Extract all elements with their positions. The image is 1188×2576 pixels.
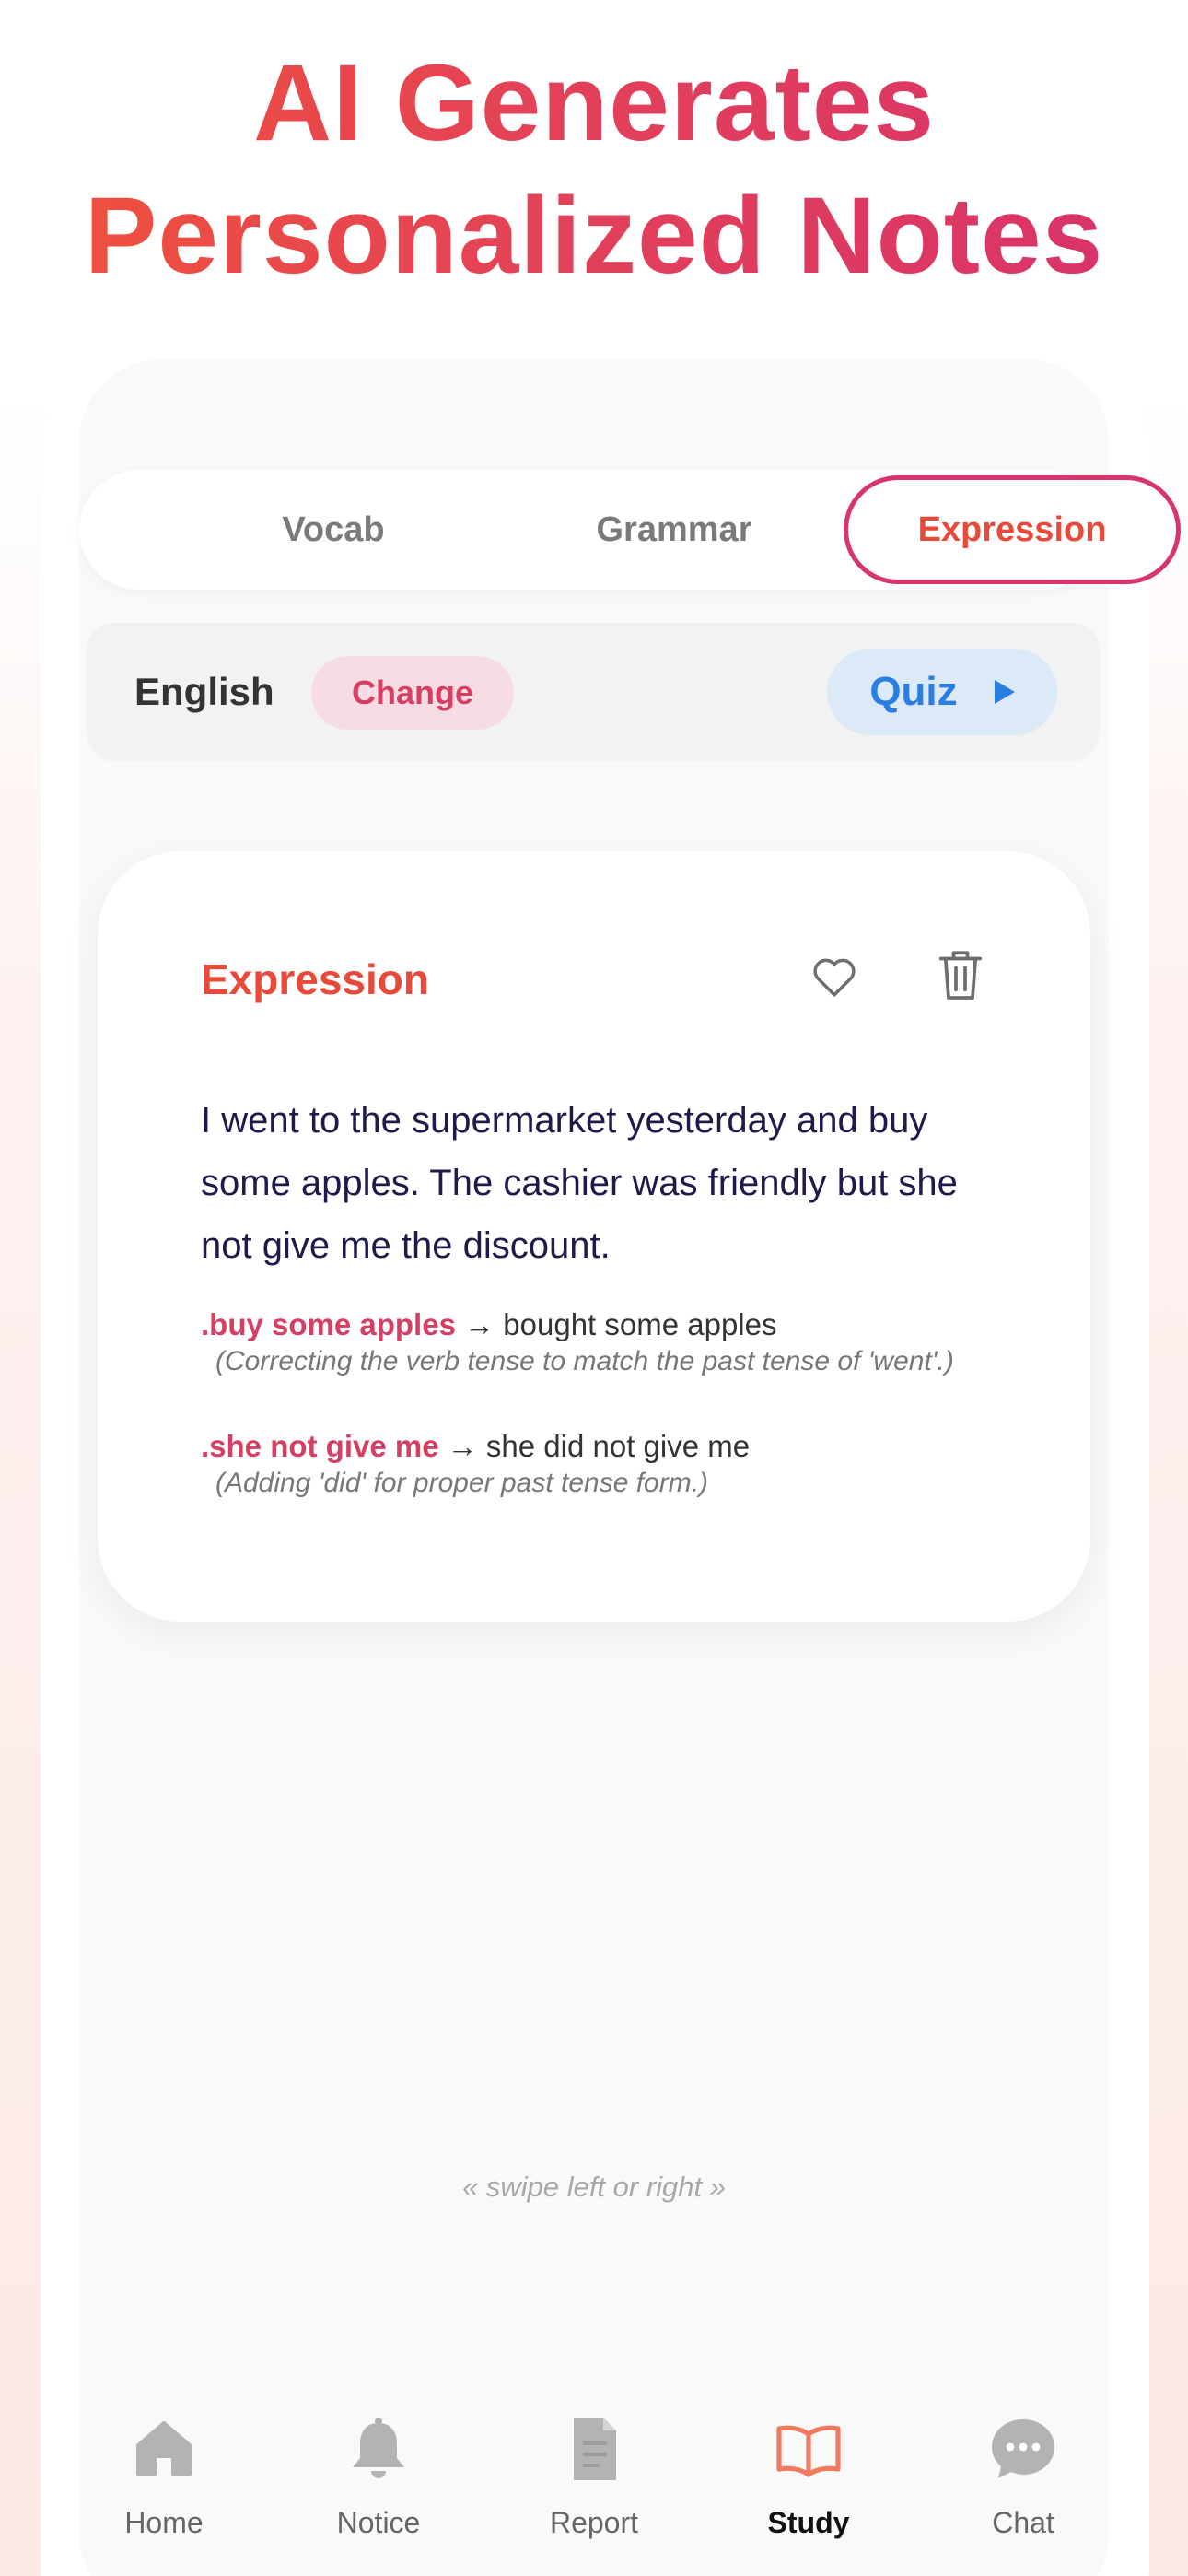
home-icon <box>136 2421 192 2476</box>
book-icon <box>776 2425 841 2477</box>
note-card[interactable]: Expression I went to the supermarket yes… <box>98 851 1090 1622</box>
tab-vocab[interactable]: Vocab <box>168 470 499 590</box>
nav-label-study: Study <box>767 2506 850 2539</box>
correction-bullet: . <box>201 1307 210 1341</box>
nav-label-home: Home <box>124 2506 204 2539</box>
change-language-button[interactable]: Change <box>311 656 514 730</box>
headline-line-2: Personalized Notes <box>0 170 1188 302</box>
language-label: English <box>134 670 274 713</box>
app-screen: AI Generates Personalized Notes Vocab Gr… <box>0 0 1188 2576</box>
card-title: Expression <box>201 955 429 1003</box>
note-sentence: I went to the supermarket yesterday and … <box>201 1100 958 1266</box>
correction-item: .buy some apples → bought some apples (C… <box>201 1306 1030 1378</box>
swipe-hint: « swipe left or right » <box>461 2171 727 2203</box>
correction-fixed: bought some apples <box>503 1307 777 1341</box>
bell-icon <box>353 2418 404 2478</box>
nav-label-notice: Notice <box>336 2506 421 2539</box>
correction-reason: (Correcting the verb tense to match the … <box>215 1346 954 1376</box>
nav-label-chat: Chat <box>992 2506 1054 2539</box>
nav-report[interactable]: Report <box>502 2412 686 2569</box>
correction-original: she not give me <box>209 1429 439 1463</box>
document-icon <box>574 2418 616 2480</box>
arrow-icon: → <box>447 1429 478 1463</box>
arrow-icon: → <box>464 1307 495 1341</box>
tab-expression[interactable]: Expression <box>844 475 1181 584</box>
tab-bar: Vocab Grammar Expression <box>79 470 1181 590</box>
nav-chat[interactable]: Chat <box>931 2412 1115 2569</box>
nav-home[interactable]: Home <box>72 2412 256 2569</box>
headline-line-1: AI Generates <box>0 37 1188 170</box>
play-icon <box>994 680 1015 704</box>
correction-fixed: she did not give me <box>485 1429 751 1463</box>
correction-reason: (Adding 'did' for proper past tense form… <box>215 1468 709 1498</box>
correction-original: buy some apples <box>209 1307 456 1341</box>
heart-icon[interactable] <box>809 951 860 1002</box>
correction-item: .she not give me → she did not give me (… <box>201 1428 1030 1500</box>
nav-label-report: Report <box>549 2506 639 2539</box>
language-bar: English Change Quiz <box>87 623 1100 761</box>
quiz-label: Quiz <box>869 669 958 714</box>
quiz-button[interactable]: Quiz <box>827 649 1057 735</box>
tab-grammar[interactable]: Grammar <box>508 470 840 590</box>
nav-notice[interactable]: Notice <box>286 2412 471 2569</box>
trash-icon[interactable] <box>938 947 984 1002</box>
chat-icon <box>992 2419 1054 2478</box>
headline: AI Generates Personalized Notes <box>0 37 1188 302</box>
nav-study[interactable]: Study <box>716 2412 901 2569</box>
correction-bullet: . <box>201 1429 210 1463</box>
